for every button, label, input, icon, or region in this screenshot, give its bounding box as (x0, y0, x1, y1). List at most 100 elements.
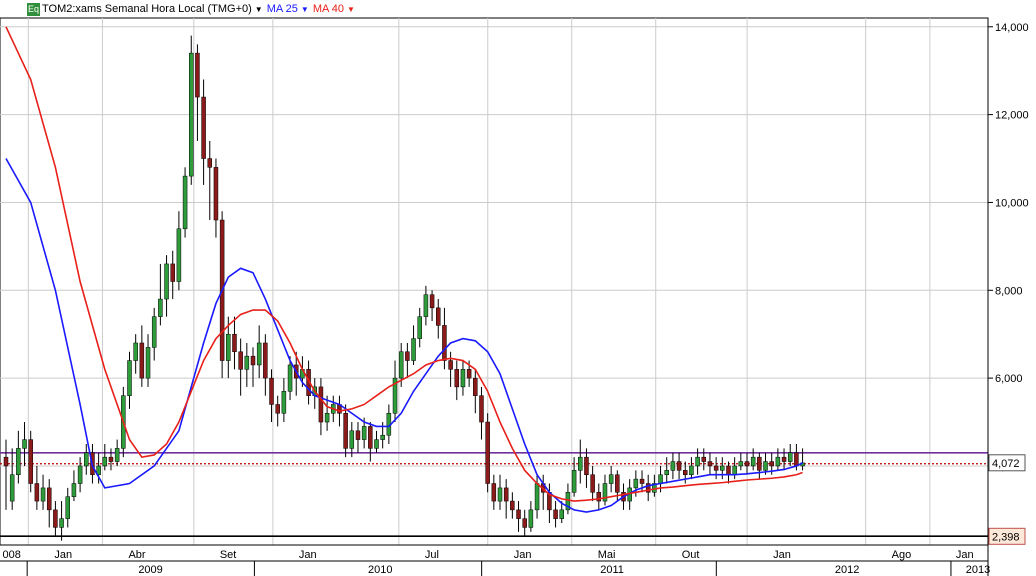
candle-body (738, 461, 744, 467)
candle-body (713, 465, 719, 471)
candle-body (726, 465, 731, 475)
candle-body (664, 470, 669, 475)
time-tick-label: 008 (2, 549, 20, 561)
candle-body (442, 325, 447, 361)
candle-body (145, 347, 151, 379)
candle-body (170, 263, 175, 282)
year-label: 2010 (368, 564, 392, 576)
candle-body (448, 360, 453, 370)
candle-body (102, 456, 108, 467)
candle-body (9, 474, 15, 502)
candle-body (281, 391, 287, 414)
price-chart[interactable]: 14,00012,00010,0008,0006,0004,0004,0722,… (0, 0, 1036, 576)
candle-body (658, 474, 663, 484)
candle-body (207, 158, 213, 168)
year-label: 2013 (966, 564, 990, 576)
candle-body (22, 439, 27, 449)
candle-body (497, 487, 503, 502)
candle-body (633, 478, 639, 489)
candle-body (411, 338, 416, 361)
candle-body (479, 395, 484, 423)
candle-body (263, 342, 268, 379)
candle-body (158, 298, 163, 317)
candle-body (84, 452, 89, 467)
candle-body (398, 351, 404, 379)
candle-body (318, 386, 324, 423)
candle-body (65, 496, 70, 519)
candle-body (429, 294, 435, 309)
candle-body (503, 487, 509, 502)
candle-body (34, 483, 40, 502)
candle-body (750, 456, 756, 467)
candle-body (639, 478, 645, 484)
candle-body (405, 351, 410, 361)
candle-body (176, 228, 182, 282)
candle-body (213, 167, 219, 221)
time-tick-label: Jan (299, 549, 317, 561)
candle-body (485, 421, 490, 484)
candle-body (689, 465, 694, 475)
candle-body (226, 333, 231, 361)
candle-body (794, 452, 799, 467)
candle-body (590, 474, 595, 493)
candle-body (368, 426, 373, 449)
candle-body (195, 52, 200, 98)
candle-body (454, 369, 460, 388)
candle-body (71, 483, 77, 497)
price-tick-label: 10,000 (995, 197, 1029, 209)
time-tick-label: Mai (598, 549, 616, 561)
price-tick-label: 6,000 (995, 373, 1023, 385)
candle-body (534, 483, 540, 511)
candle-body (238, 351, 243, 370)
candle-body (77, 465, 83, 484)
candle-body (114, 448, 120, 462)
candle-body (256, 342, 262, 366)
candle-body (287, 364, 293, 392)
candle-body (466, 369, 472, 379)
year-label: 2012 (835, 564, 859, 576)
candle-body (670, 461, 676, 471)
candle-body (417, 316, 422, 339)
candle-body (108, 456, 114, 462)
price-tick-label: 8,000 (995, 285, 1023, 297)
candle-body (349, 430, 355, 449)
candle-body (28, 439, 33, 484)
candle-body (250, 355, 256, 366)
candle-body (133, 342, 138, 361)
candle-body (53, 509, 58, 528)
candle-body (769, 461, 774, 467)
candle-body (40, 487, 46, 502)
candle-body (571, 470, 577, 493)
candle-body (522, 518, 527, 528)
candle-body (189, 52, 194, 177)
candle-body (608, 474, 614, 484)
candle-body (127, 360, 132, 396)
candle-body (46, 487, 52, 511)
candle-body (732, 465, 737, 475)
candle-body (275, 404, 280, 414)
time-tick-label: Jan (54, 549, 72, 561)
candle-body (16, 448, 21, 475)
time-tick-label: Out (682, 549, 700, 561)
price-tag-label: 4,072 (992, 458, 1020, 470)
candle-body (707, 461, 713, 467)
candle-body (695, 456, 700, 467)
candle-body (553, 509, 558, 519)
time-tick-label: Jan (956, 549, 974, 561)
time-tick-label: Ago (892, 549, 912, 561)
candle-body (269, 377, 274, 405)
time-tick-label: Jan (514, 549, 532, 561)
candle-body (3, 456, 9, 467)
candle-body (615, 474, 620, 493)
candle-body (720, 465, 725, 471)
candle-body (151, 316, 157, 348)
candle-body (683, 470, 688, 475)
price-tick-label: 12,000 (995, 110, 1029, 122)
candle-body (361, 426, 367, 440)
time-tick-label: Set (220, 549, 237, 561)
candle-body (374, 439, 379, 449)
candle-body (744, 461, 750, 467)
candle-body (182, 175, 188, 230)
candle-body (232, 333, 237, 353)
year-label: 2011 (600, 564, 624, 576)
